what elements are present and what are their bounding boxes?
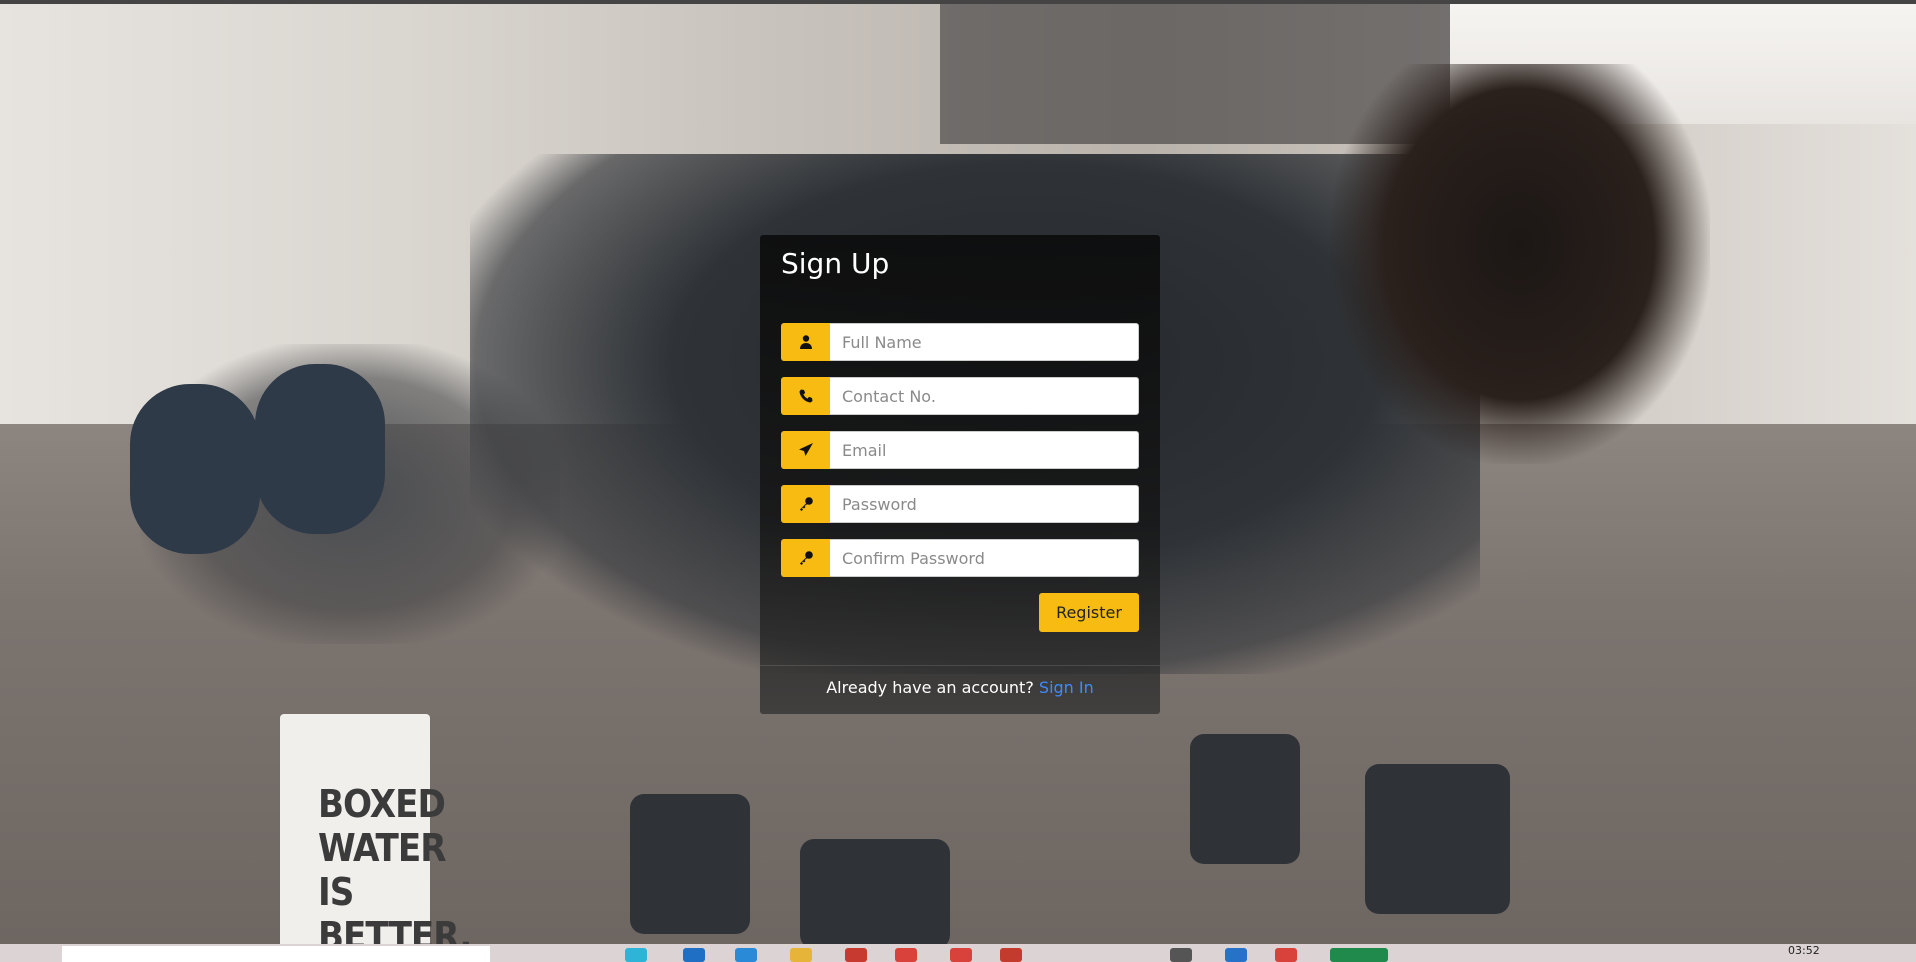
chrome-icon[interactable] bbox=[895, 948, 917, 962]
browser-icon[interactable] bbox=[625, 948, 647, 962]
signin-prompt-text: Already have an account? bbox=[826, 678, 1034, 697]
email-field bbox=[781, 431, 1139, 469]
key-icon bbox=[781, 539, 830, 577]
person-head bbox=[1330, 64, 1710, 464]
signup-panel: Sign Up Register Already have an account bbox=[760, 235, 1160, 714]
app-icon[interactable] bbox=[1170, 948, 1192, 962]
taskbar-clock: 03:52 bbox=[1788, 944, 1820, 957]
key-icon bbox=[781, 485, 830, 523]
app-icon[interactable] bbox=[1275, 948, 1297, 962]
app-icon[interactable] bbox=[1225, 948, 1247, 962]
dumbbell bbox=[1365, 764, 1510, 914]
taskbar-search[interactable] bbox=[62, 946, 490, 962]
contact-input[interactable] bbox=[830, 377, 1139, 415]
contact-field bbox=[781, 377, 1139, 415]
form-title: Sign Up bbox=[781, 247, 890, 280]
app-icon[interactable] bbox=[1330, 948, 1388, 962]
confirm-password-input[interactable] bbox=[830, 539, 1139, 577]
paper-plane-icon bbox=[781, 431, 830, 469]
password-field bbox=[781, 485, 1139, 523]
dumbbell bbox=[800, 839, 950, 944]
full-name-field bbox=[781, 323, 1139, 361]
dumbbell bbox=[1190, 734, 1300, 864]
signin-prompt: Already have an account? Sign In bbox=[760, 678, 1160, 697]
taskbar: 03:52 bbox=[0, 944, 1916, 962]
shoe bbox=[255, 364, 385, 534]
shoe bbox=[130, 384, 260, 554]
email-input[interactable] bbox=[830, 431, 1139, 469]
signin-link[interactable]: Sign In bbox=[1039, 678, 1094, 697]
carton-label: BOXED WATER IS BETTER. bbox=[318, 782, 472, 944]
folder-icon[interactable] bbox=[790, 948, 812, 962]
register-button[interactable]: Register bbox=[1039, 593, 1139, 632]
app-icon[interactable] bbox=[735, 948, 757, 962]
full-name-input[interactable] bbox=[830, 323, 1139, 361]
chrome-icon[interactable] bbox=[950, 948, 972, 962]
app-icon[interactable] bbox=[1000, 948, 1022, 962]
phone-icon bbox=[781, 377, 830, 415]
password-input[interactable] bbox=[830, 485, 1139, 523]
confirm-password-field bbox=[781, 539, 1139, 577]
app-icon[interactable] bbox=[683, 948, 705, 962]
dumbbell bbox=[630, 794, 750, 934]
divider bbox=[760, 665, 1160, 666]
mail-icon[interactable] bbox=[845, 948, 867, 962]
user-icon bbox=[781, 323, 830, 361]
